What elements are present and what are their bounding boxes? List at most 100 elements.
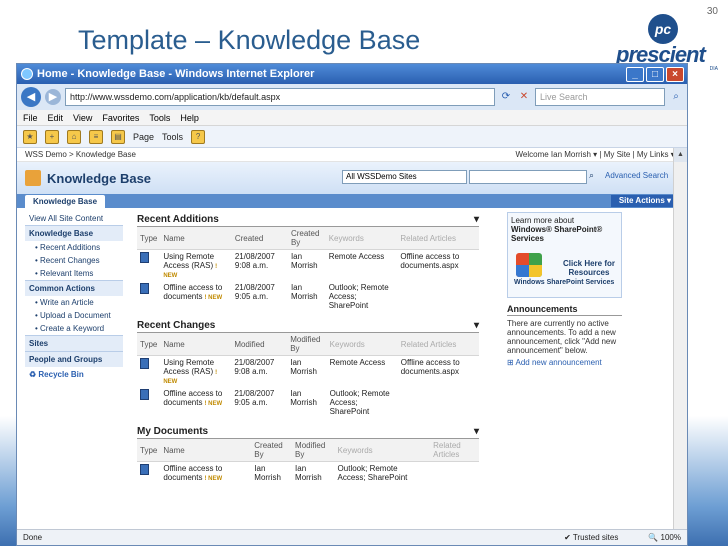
add-favorite-icon[interactable]: + <box>45 129 59 144</box>
home-icon[interactable]: ⌂ <box>67 129 81 144</box>
col-name[interactable]: Name <box>160 333 232 356</box>
status-bar: Done ✔ Trusted sites 🔍 100% <box>17 529 687 545</box>
favorites-star-icon[interactable]: ★ <box>23 129 37 144</box>
address-bar: ◀ ▶ http://www.wssdemo.com/application/k… <box>17 84 687 110</box>
item-related[interactable]: Offline access to documents.aspx <box>397 250 479 282</box>
zoom-level[interactable]: 🔍 100% <box>648 533 681 542</box>
tab-knowledge-base[interactable]: Knowledge Base <box>25 195 106 208</box>
col-modified-by[interactable]: Modified By <box>287 333 327 356</box>
col-created-by[interactable]: Created By <box>251 439 293 462</box>
menu-tools[interactable]: Tools <box>149 113 170 123</box>
sp-global-bar: WSS Demo > Knowledge Base Welcome Ian Mo… <box>17 148 687 162</box>
wp-menu-icon[interactable]: ▾ <box>474 320 479 331</box>
announcements-title[interactable]: Announcements <box>507 304 622 316</box>
col-type[interactable]: Type <box>137 227 161 250</box>
col-related[interactable]: Related Articles <box>397 333 479 356</box>
item-created-by[interactable]: Ian Morrish <box>251 462 292 485</box>
ql-upload-document[interactable]: Upload a Document <box>25 309 123 322</box>
col-created[interactable]: Created <box>231 227 288 250</box>
promo-windows-text: Windows SharePoint Services <box>514 279 615 286</box>
announcements-empty-text: There are currently no active announceme… <box>507 319 617 355</box>
feeds-icon[interactable]: ≡ <box>89 129 103 144</box>
col-related[interactable]: Related Articles <box>430 439 479 462</box>
slide-title: Template – Knowledge Base <box>78 25 421 55</box>
item-modified-by[interactable]: Ian Morrish <box>292 462 335 485</box>
wp-menu-icon[interactable]: ▾ <box>474 214 479 225</box>
ql-recent-changes[interactable]: Recent Changes <box>25 254 123 267</box>
item-author[interactable]: Ian Morrish <box>287 356 326 388</box>
col-type[interactable]: Type <box>137 439 161 462</box>
close-button[interactable]: × <box>666 66 684 82</box>
ql-write-article[interactable]: Write an Article <box>25 296 123 309</box>
page-menu[interactable]: Page <box>133 132 154 142</box>
advanced-search-link[interactable]: Advanced Search <box>605 171 668 180</box>
site-title[interactable]: Knowledge Base <box>47 171 151 186</box>
col-keywords[interactable]: Keywords <box>325 227 398 250</box>
vertical-scrollbar[interactable]: ▲ <box>673 148 687 531</box>
menu-file[interactable]: File <box>23 113 38 123</box>
col-modified-by[interactable]: Modified By <box>292 439 335 462</box>
item-author[interactable]: Ian Morrish <box>288 281 326 312</box>
item-related[interactable] <box>398 387 479 418</box>
ql-head-knowledge-base[interactable]: Knowledge Base <box>25 225 123 241</box>
window-titlebar[interactable]: Home - Knowledge Base - Windows Internet… <box>17 64 687 84</box>
col-name[interactable]: Name <box>160 439 252 462</box>
wss-promo-banner[interactable]: Learn more about Windows® SharePoint® Se… <box>507 212 622 298</box>
breadcrumb[interactable]: WSS Demo > Knowledge Base <box>25 150 136 159</box>
item-related[interactable]: Offline access to documents.aspx <box>398 356 479 388</box>
refresh-icon[interactable]: ⟳ <box>499 90 513 104</box>
search-go-icon[interactable]: ⌕ <box>589 170 601 184</box>
my-documents-table: Type Name Created By Modified By Keyword… <box>137 439 479 484</box>
item-author[interactable]: Ian Morrish <box>287 387 326 418</box>
ql-sites[interactable]: Sites <box>25 335 123 351</box>
col-type[interactable]: Type <box>137 333 161 356</box>
item-related[interactable] <box>397 281 479 312</box>
stop-icon[interactable]: ✕ <box>517 90 531 104</box>
wp-menu-icon[interactable]: ▾ <box>474 426 479 437</box>
wp-title-recent-additions[interactable]: Recent Additions <box>137 214 219 225</box>
col-modified[interactable]: Modified <box>231 333 288 356</box>
ql-relevant-items[interactable]: Relevant Items <box>25 267 123 280</box>
search-icon[interactable]: ⌕ <box>669 90 683 104</box>
wp-title-recent-changes[interactable]: Recent Changes <box>137 320 215 331</box>
menu-edit[interactable]: Edit <box>48 113 64 123</box>
ql-create-keyword[interactable]: Create a Keyword <box>25 322 123 335</box>
live-search-input[interactable]: Live Search <box>535 88 665 106</box>
promo-click-here[interactable]: Click Here for Resources <box>561 259 617 277</box>
search-scope-select[interactable]: All WSSDemo Sites <box>342 170 467 184</box>
tools-menu[interactable]: Tools <box>162 132 183 142</box>
maximize-button[interactable]: □ <box>646 66 664 82</box>
view-all-content-link[interactable]: View All Site Content <box>25 212 123 225</box>
site-actions-button[interactable]: Site Actions ▾ <box>610 195 679 207</box>
menu-favorites[interactable]: Favorites <box>102 113 139 123</box>
ql-people-groups[interactable]: People and Groups <box>25 351 123 367</box>
menu-help[interactable]: Help <box>180 113 199 123</box>
col-keywords[interactable]: Keywords <box>326 333 398 356</box>
col-related[interactable]: Related Articles <box>397 227 479 250</box>
site-search-input[interactable] <box>469 170 587 184</box>
recent-changes-table: Type Name Modified Modified By Keywords … <box>137 333 479 418</box>
minimize-button[interactable]: _ <box>626 66 644 82</box>
print-icon[interactable]: ▤ <box>111 129 125 144</box>
col-keywords[interactable]: Keywords <box>334 439 431 462</box>
table-row: Offline access to documents! NEW 21/08/2… <box>137 281 479 312</box>
ql-recent-additions[interactable]: Recent Additions <box>25 241 123 254</box>
item-author[interactable]: Ian Morrish <box>288 250 326 282</box>
menu-view[interactable]: View <box>73 113 92 123</box>
zoom-value: 100% <box>660 533 681 542</box>
help-icon[interactable]: ? <box>191 129 206 144</box>
col-name[interactable]: Name <box>160 227 232 250</box>
item-name-link[interactable]: Using Remote Access (RAS) <box>163 358 214 376</box>
item-keywords: Outlook; Remote Access; SharePoint <box>328 283 389 310</box>
item-name-link[interactable]: Using Remote Access (RAS) <box>163 252 214 270</box>
url-field[interactable]: http://www.wssdemo.com/application/kb/de… <box>65 88 495 106</box>
forward-button[interactable]: ▶ <box>45 89 61 105</box>
scroll-up-icon[interactable]: ▲ <box>674 148 687 162</box>
add-announcement-link[interactable]: ⊞ Add new announcement <box>507 358 622 367</box>
col-created-by[interactable]: Created By <box>287 227 326 250</box>
welcome-menu[interactable]: Welcome Ian Morrish ▾ | My Site | My Lin… <box>516 150 680 159</box>
recycle-bin-link[interactable]: ♻ Recycle Bin <box>25 367 123 382</box>
back-button[interactable]: ◀ <box>21 87 41 107</box>
wp-title-my-documents[interactable]: My Documents <box>137 426 208 437</box>
main-zone: Recent Additions ▾ Type Name Created Crea… <box>137 214 479 492</box>
